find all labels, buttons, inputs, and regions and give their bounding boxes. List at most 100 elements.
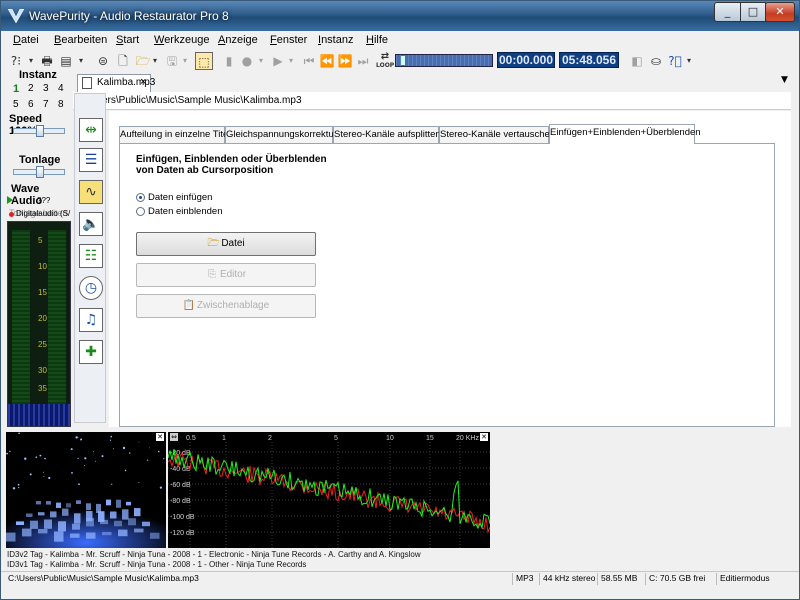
split-tool-icon[interactable]: ⇹ xyxy=(79,118,103,142)
viz-block xyxy=(150,532,160,539)
dropdown-arrow-icon[interactable]: ▾ xyxy=(151,52,159,70)
instance-3[interactable]: 3 xyxy=(43,83,49,94)
tab-gleichspannung[interactable]: Gleichspannungskorrektur xyxy=(225,126,337,143)
document-tab[interactable]: Kalimba.mp3 × xyxy=(77,74,155,92)
viz-block xyxy=(66,503,71,508)
viz-block xyxy=(126,501,131,506)
menu-bearbeiten[interactable]: Bearbeiten xyxy=(54,34,107,46)
switch-icon[interactable]: ◧ xyxy=(629,52,645,70)
menu-instanz[interactable]: Instanz xyxy=(318,34,353,46)
dropdown-arrow-icon[interactable]: ▾ xyxy=(27,52,35,70)
loop-label: LOOP xyxy=(376,62,395,69)
minimize-button[interactable]: _ xyxy=(714,2,741,22)
play-icon[interactable]: ▶ xyxy=(271,52,285,70)
menu-werkzeuge[interactable]: Werkzeuge xyxy=(154,34,209,46)
loop-icon[interactable]: ⇄ LOOP xyxy=(376,52,394,70)
help-cursor-icon[interactable]: ?⁝ xyxy=(7,52,25,70)
speaker-tool-icon[interactable]: 🔈 xyxy=(79,212,103,236)
tab-close-icon[interactable]: × xyxy=(140,76,146,88)
instance-7[interactable]: 7 xyxy=(43,99,49,110)
dropdown-arrow-icon[interactable]: ▾ xyxy=(287,52,295,70)
viz-star xyxy=(44,457,46,460)
position-marker[interactable] xyxy=(401,56,405,65)
forward-end-icon[interactable]: ⏭ xyxy=(355,52,371,70)
viz-star xyxy=(138,482,140,484)
level-meter-left-channel xyxy=(12,230,30,426)
editor-button[interactable]: ⎘ Editor xyxy=(136,263,316,287)
maximize-button[interactable]: □ xyxy=(740,2,766,22)
print-preview-icon[interactable]: ▤ xyxy=(58,52,74,70)
audio-file-tool-icon[interactable]: ♫ xyxy=(79,308,103,332)
speed-slider[interactable] xyxy=(13,125,65,137)
list-tool-icon[interactable]: ☰ xyxy=(79,148,103,172)
app-icon[interactable]: ⛀ xyxy=(648,52,664,70)
menu-fenster[interactable]: Fenster xyxy=(270,34,307,46)
rewind-start-icon[interactable]: ⏮ xyxy=(301,52,317,70)
clock-tool-icon[interactable]: ◷ xyxy=(79,276,103,300)
wave-tool-icon[interactable]: ∿ xyxy=(79,180,103,204)
forward-icon[interactable]: ⏩ xyxy=(337,52,353,70)
dropdown-arrow-icon[interactable]: ▾ xyxy=(181,52,189,70)
equalizer-tool-icon[interactable]: ☷ xyxy=(79,244,103,268)
tonlage-slider[interactable] xyxy=(13,166,65,178)
play-icon[interactable] xyxy=(7,196,13,204)
meter-label: 35 xyxy=(38,384,47,393)
position-bar[interactable] xyxy=(395,54,493,67)
spectrum-menu-icon[interactable]: ⇔ xyxy=(170,433,178,441)
close-viz-icon[interactable]: ✕ xyxy=(156,433,164,441)
left-panel: Instanz 1 2 3 4 5 6 7 8 Speed 100% Tonla… xyxy=(5,69,71,429)
wavepurity-logo-icon xyxy=(8,9,24,23)
tab-einfuegen-einblenden[interactable]: Einfügen+Einblenden+Überblenden xyxy=(549,124,701,144)
menu-datei[interactable]: Datei xyxy=(13,34,39,46)
menu-hilfe[interactable]: Hilfe xyxy=(366,34,388,46)
viz-star xyxy=(17,483,20,486)
dropdown-arrow-icon[interactable]: ▾ xyxy=(257,52,265,70)
tab-stereo-aufsplitten[interactable]: Stereo-Kanäle aufsplitten xyxy=(333,126,441,143)
record-icon[interactable]: ● xyxy=(239,52,255,70)
tab-aufteilung[interactable]: Aufteilung in einzelne Titel xyxy=(119,126,230,143)
tab-stereo-vertauschen[interactable]: Stereo-Kanäle vertauschen xyxy=(439,126,555,143)
tonlage-slider-thumb[interactable] xyxy=(36,166,44,178)
instance-8[interactable]: 8 xyxy=(58,99,64,110)
clipboard-button-label: Zwischenablage xyxy=(196,300,270,311)
3d-visualization[interactable]: ✕ xyxy=(6,432,166,548)
menu-start[interactable]: Start xyxy=(116,34,139,46)
rewind-icon[interactable]: ⏪ xyxy=(319,52,335,70)
print-icon[interactable]: 🖶 xyxy=(39,52,55,70)
instance-2[interactable]: 2 xyxy=(28,83,34,94)
add-document-tool-icon[interactable]: ✚ xyxy=(79,340,103,364)
title-bar[interactable]: WavePurity - Audio Restaurator Pro 8 _ □… xyxy=(1,1,799,31)
dropdown-arrow-icon[interactable]: ▾ xyxy=(77,52,85,70)
instance-4[interactable]: 4 xyxy=(58,83,64,94)
instance-1[interactable]: 1 xyxy=(13,83,19,95)
close-button[interactable]: ✕ xyxy=(765,2,795,22)
stop-icon[interactable]: ▮ xyxy=(223,52,235,70)
open-folder-icon[interactable]: 🗁 xyxy=(135,52,151,70)
level-meter-footer xyxy=(8,404,70,426)
viz-block xyxy=(86,518,94,527)
select-tool-icon[interactable]: ⬚ xyxy=(195,52,213,70)
clipboard-button[interactable]: 📋 Zwischenablage xyxy=(136,294,316,318)
record-device-icon[interactable]: ⊜ xyxy=(95,52,111,70)
viz-star xyxy=(84,457,87,460)
radio-button[interactable] xyxy=(136,207,145,216)
speed-slider-thumb[interactable] xyxy=(36,125,44,137)
viz-star xyxy=(70,448,73,451)
instance-6[interactable]: 6 xyxy=(28,99,34,110)
spectrum-analyzer[interactable]: 0.5 1 2 5 10 15 20 KHz -20 dB -40 dB -60 dB -80 dB… xyxy=(168,432,490,548)
radio-button-checked[interactable] xyxy=(136,193,145,202)
menu-anzeige[interactable]: Anzeige xyxy=(218,34,258,46)
viz-star xyxy=(80,438,83,441)
record-dot-icon xyxy=(9,212,14,217)
viz-block xyxy=(38,512,45,516)
instance-5[interactable]: 5 xyxy=(13,99,19,110)
tab-list-dropdown-icon[interactable]: ▼ xyxy=(781,75,788,85)
save-icon[interactable]: 🖫 xyxy=(164,52,180,70)
device-label[interactable]: Digitalaudio (S/ xyxy=(16,209,70,218)
dropdown-arrow-icon[interactable]: ▾ xyxy=(685,52,693,70)
viz-star xyxy=(77,457,79,459)
close-spectrum-icon[interactable]: ✕ xyxy=(480,433,488,441)
new-icon[interactable]: 🗋 xyxy=(115,52,131,70)
help-icon[interactable]: ?⃝ xyxy=(667,52,683,70)
datei-button[interactable]: 🗁 Datei xyxy=(136,232,316,256)
